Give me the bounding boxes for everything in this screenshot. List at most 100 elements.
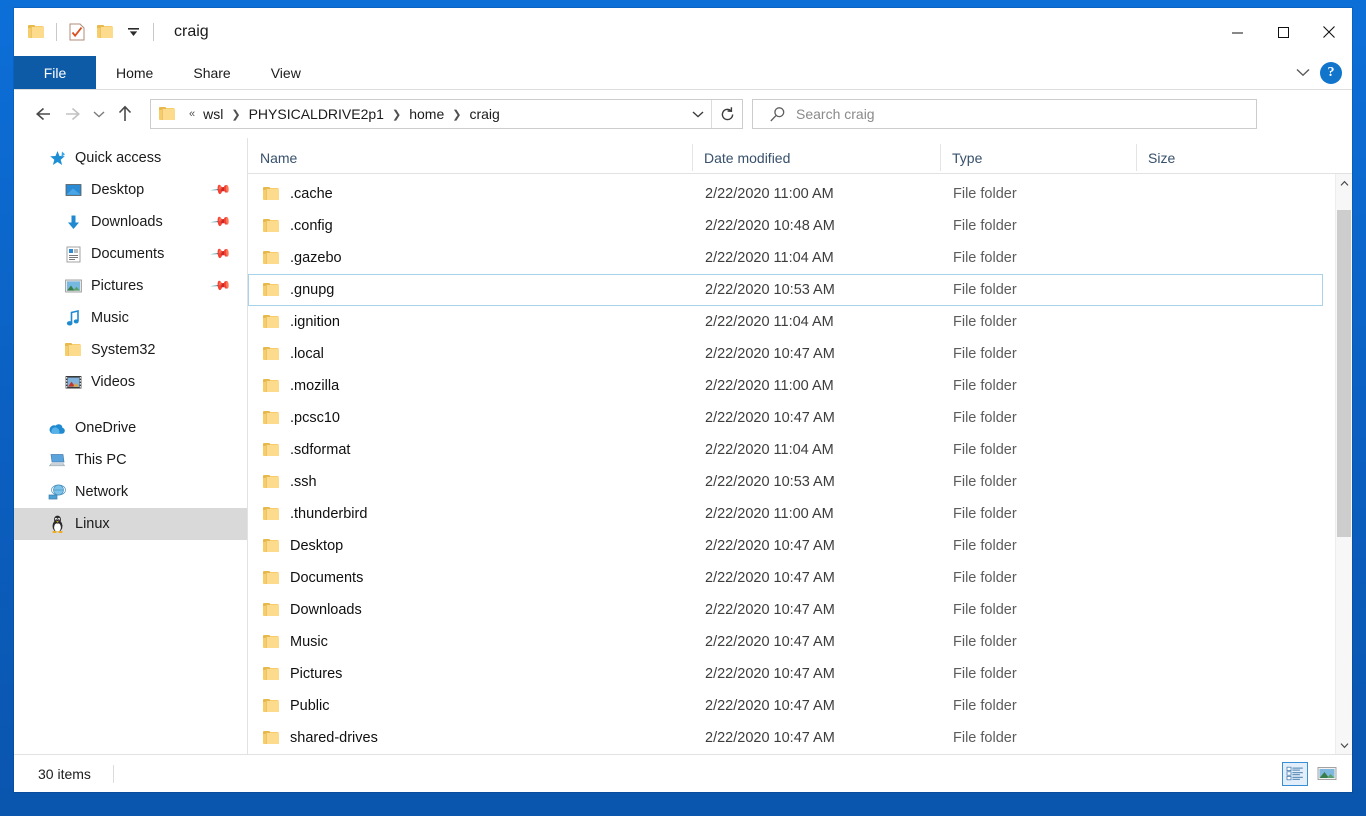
- status-bar: 30 items: [14, 754, 1352, 792]
- address-breadcrumb-bar[interactable]: « wsl ❯ PHYSICALDRIVE2p1 ❯ home ❯ craig: [150, 99, 743, 129]
- column-header-size[interactable]: Size: [1136, 150, 1266, 166]
- table-row[interactable]: .thunderbird2/22/2020 11:00 AMFile folde…: [248, 498, 1323, 530]
- table-row[interactable]: Public2/22/2020 10:47 AMFile folder: [248, 690, 1323, 722]
- qat-customize-dropdown[interactable]: [119, 18, 147, 46]
- sidebar-item-this-pc[interactable]: This PC: [14, 444, 247, 476]
- sidebar-item-network[interactable]: Network: [14, 476, 247, 508]
- file-list-scroll-area: .cache2/22/2020 11:00 AMFile folder.conf…: [248, 174, 1352, 754]
- pin-icon: 📌: [210, 275, 233, 298]
- breadcrumb-item-craig[interactable]: craig: [466, 106, 502, 122]
- close-button[interactable]: [1306, 8, 1352, 56]
- table-row[interactable]: .ignition2/22/2020 11:04 AMFile folder: [248, 306, 1323, 338]
- qat-new-folder-icon[interactable]: [91, 18, 119, 46]
- table-row[interactable]: .mozilla2/22/2020 11:00 AMFile folder: [248, 370, 1323, 402]
- tab-file[interactable]: File: [14, 56, 96, 89]
- table-row[interactable]: Downloads2/22/2020 10:47 AMFile folder: [248, 594, 1323, 626]
- sidebar-item-pictures[interactable]: Pictures 📌: [14, 270, 247, 302]
- cell-date-modified: 2/22/2020 10:47 AM: [693, 538, 941, 554]
- folder-icon: [263, 379, 280, 393]
- back-button[interactable]: [28, 99, 58, 129]
- cell-date-modified: 2/22/2020 10:47 AM: [693, 346, 941, 362]
- sidebar-item-quick-access[interactable]: Quick access: [14, 142, 247, 174]
- qat-properties-icon[interactable]: [63, 18, 91, 46]
- cell-type: File folder: [941, 378, 1137, 394]
- minimize-button[interactable]: [1214, 8, 1260, 56]
- sidebar-label: Downloads: [91, 214, 163, 230]
- recent-locations-button[interactable]: [88, 99, 110, 129]
- search-input[interactable]: Search craig: [796, 106, 875, 122]
- table-row[interactable]: .local2/22/2020 10:47 AMFile folder: [248, 338, 1323, 370]
- breadcrumb-dropdown-button[interactable]: [685, 100, 711, 128]
- cell-name: .sdformat: [249, 442, 693, 458]
- forward-button[interactable]: [58, 99, 88, 129]
- table-row[interactable]: .config2/22/2020 10:48 AMFile folder: [248, 210, 1323, 242]
- column-header-type[interactable]: Type: [940, 150, 1136, 166]
- folder-icon: [263, 635, 280, 649]
- large-icons-view-button[interactable]: [1314, 762, 1340, 786]
- scrollbar-thumb[interactable]: [1337, 210, 1351, 537]
- window-controls: [1214, 8, 1352, 56]
- breadcrumb-separator-1[interactable]: ❯: [226, 108, 245, 121]
- cell-type: File folder: [941, 506, 1137, 522]
- breadcrumb-separator-3[interactable]: ❯: [447, 108, 466, 121]
- sidebar-item-documents[interactable]: Documents 📌: [14, 238, 247, 270]
- breadcrumb-item-home[interactable]: home: [406, 106, 447, 122]
- table-row[interactable]: Pictures2/22/2020 10:47 AMFile folder: [248, 658, 1323, 690]
- tab-share[interactable]: Share: [173, 56, 250, 89]
- file-name-label: .gnupg: [290, 282, 334, 298]
- close-icon: [1322, 25, 1336, 39]
- up-button[interactable]: [110, 99, 140, 129]
- cell-name: Music: [249, 634, 693, 650]
- file-list-pane: ⌃ Name Date modified Type Size .cache2/2…: [248, 138, 1352, 754]
- title-bar: craig: [14, 8, 1352, 56]
- table-row[interactable]: shared-drives2/22/2020 10:47 AMFile fold…: [248, 722, 1323, 754]
- sidebar-item-music[interactable]: Music: [14, 302, 247, 334]
- table-row[interactable]: .ssh2/22/2020 10:53 AMFile folder: [248, 466, 1323, 498]
- sidebar-item-linux[interactable]: Linux: [14, 508, 247, 540]
- folder-icon: [263, 283, 280, 297]
- maximize-button[interactable]: [1260, 8, 1306, 56]
- table-row[interactable]: .cache2/22/2020 11:00 AMFile folder: [248, 178, 1323, 210]
- column-header-name[interactable]: Name: [248, 150, 692, 166]
- table-row[interactable]: .gazebo2/22/2020 11:04 AMFile folder: [248, 242, 1323, 274]
- folder-icon: [263, 315, 280, 329]
- pin-icon: 📌: [210, 179, 233, 202]
- breadcrumb-item-physicaldrive2p1[interactable]: PHYSICALDRIVE2p1: [246, 106, 387, 122]
- sidebar-item-system32[interactable]: System32: [14, 334, 247, 366]
- scroll-up-button[interactable]: [1336, 174, 1352, 192]
- breadcrumb-overflow[interactable]: «: [184, 108, 200, 120]
- sidebar-item-videos[interactable]: Videos: [14, 366, 247, 398]
- table-row[interactable]: Music2/22/2020 10:47 AMFile folder: [248, 626, 1323, 658]
- table-row[interactable]: .pcsc102/22/2020 10:47 AMFile folder: [248, 402, 1323, 434]
- table-row[interactable]: .sdformat2/22/2020 11:04 AMFile folder: [248, 434, 1323, 466]
- cell-type: File folder: [941, 474, 1137, 490]
- tab-home[interactable]: Home: [96, 56, 173, 89]
- table-row[interactable]: Documents2/22/2020 10:47 AMFile folder: [248, 562, 1323, 594]
- refresh-button[interactable]: [712, 99, 742, 129]
- qat-folder-icon[interactable]: [22, 18, 50, 46]
- scrollbar-track[interactable]: [1336, 192, 1352, 736]
- properties-icon: [69, 23, 85, 41]
- column-header-date-modified[interactable]: Date modified: [692, 150, 940, 166]
- sidebar-item-desktop[interactable]: Desktop 📌: [14, 174, 247, 206]
- vertical-scrollbar[interactable]: [1335, 174, 1352, 754]
- sidebar-item-onedrive[interactable]: OneDrive: [14, 412, 247, 444]
- folder-icon: [263, 667, 280, 681]
- folder-icon: [263, 571, 280, 585]
- help-button[interactable]: ?: [1320, 62, 1342, 84]
- table-row[interactable]: Desktop2/22/2020 10:47 AMFile folder: [248, 530, 1323, 562]
- video-icon: [64, 373, 82, 391]
- breadcrumb-separator-2[interactable]: ❯: [387, 108, 406, 121]
- tab-view[interactable]: View: [251, 56, 321, 89]
- sidebar-item-downloads[interactable]: Downloads 📌: [14, 206, 247, 238]
- star-icon: [48, 149, 66, 167]
- details-view-button[interactable]: [1282, 762, 1308, 786]
- scroll-down-button[interactable]: [1336, 736, 1352, 754]
- folder-icon: [263, 251, 280, 265]
- table-row[interactable]: .gnupg2/22/2020 10:53 AMFile folder: [248, 274, 1323, 306]
- chevron-up-icon: [1340, 180, 1349, 187]
- expand-ribbon-button[interactable]: [1292, 58, 1314, 88]
- search-box[interactable]: Search craig: [752, 99, 1257, 129]
- breadcrumb-item-wsl[interactable]: wsl: [200, 106, 226, 122]
- sidebar-label: Linux: [75, 516, 110, 532]
